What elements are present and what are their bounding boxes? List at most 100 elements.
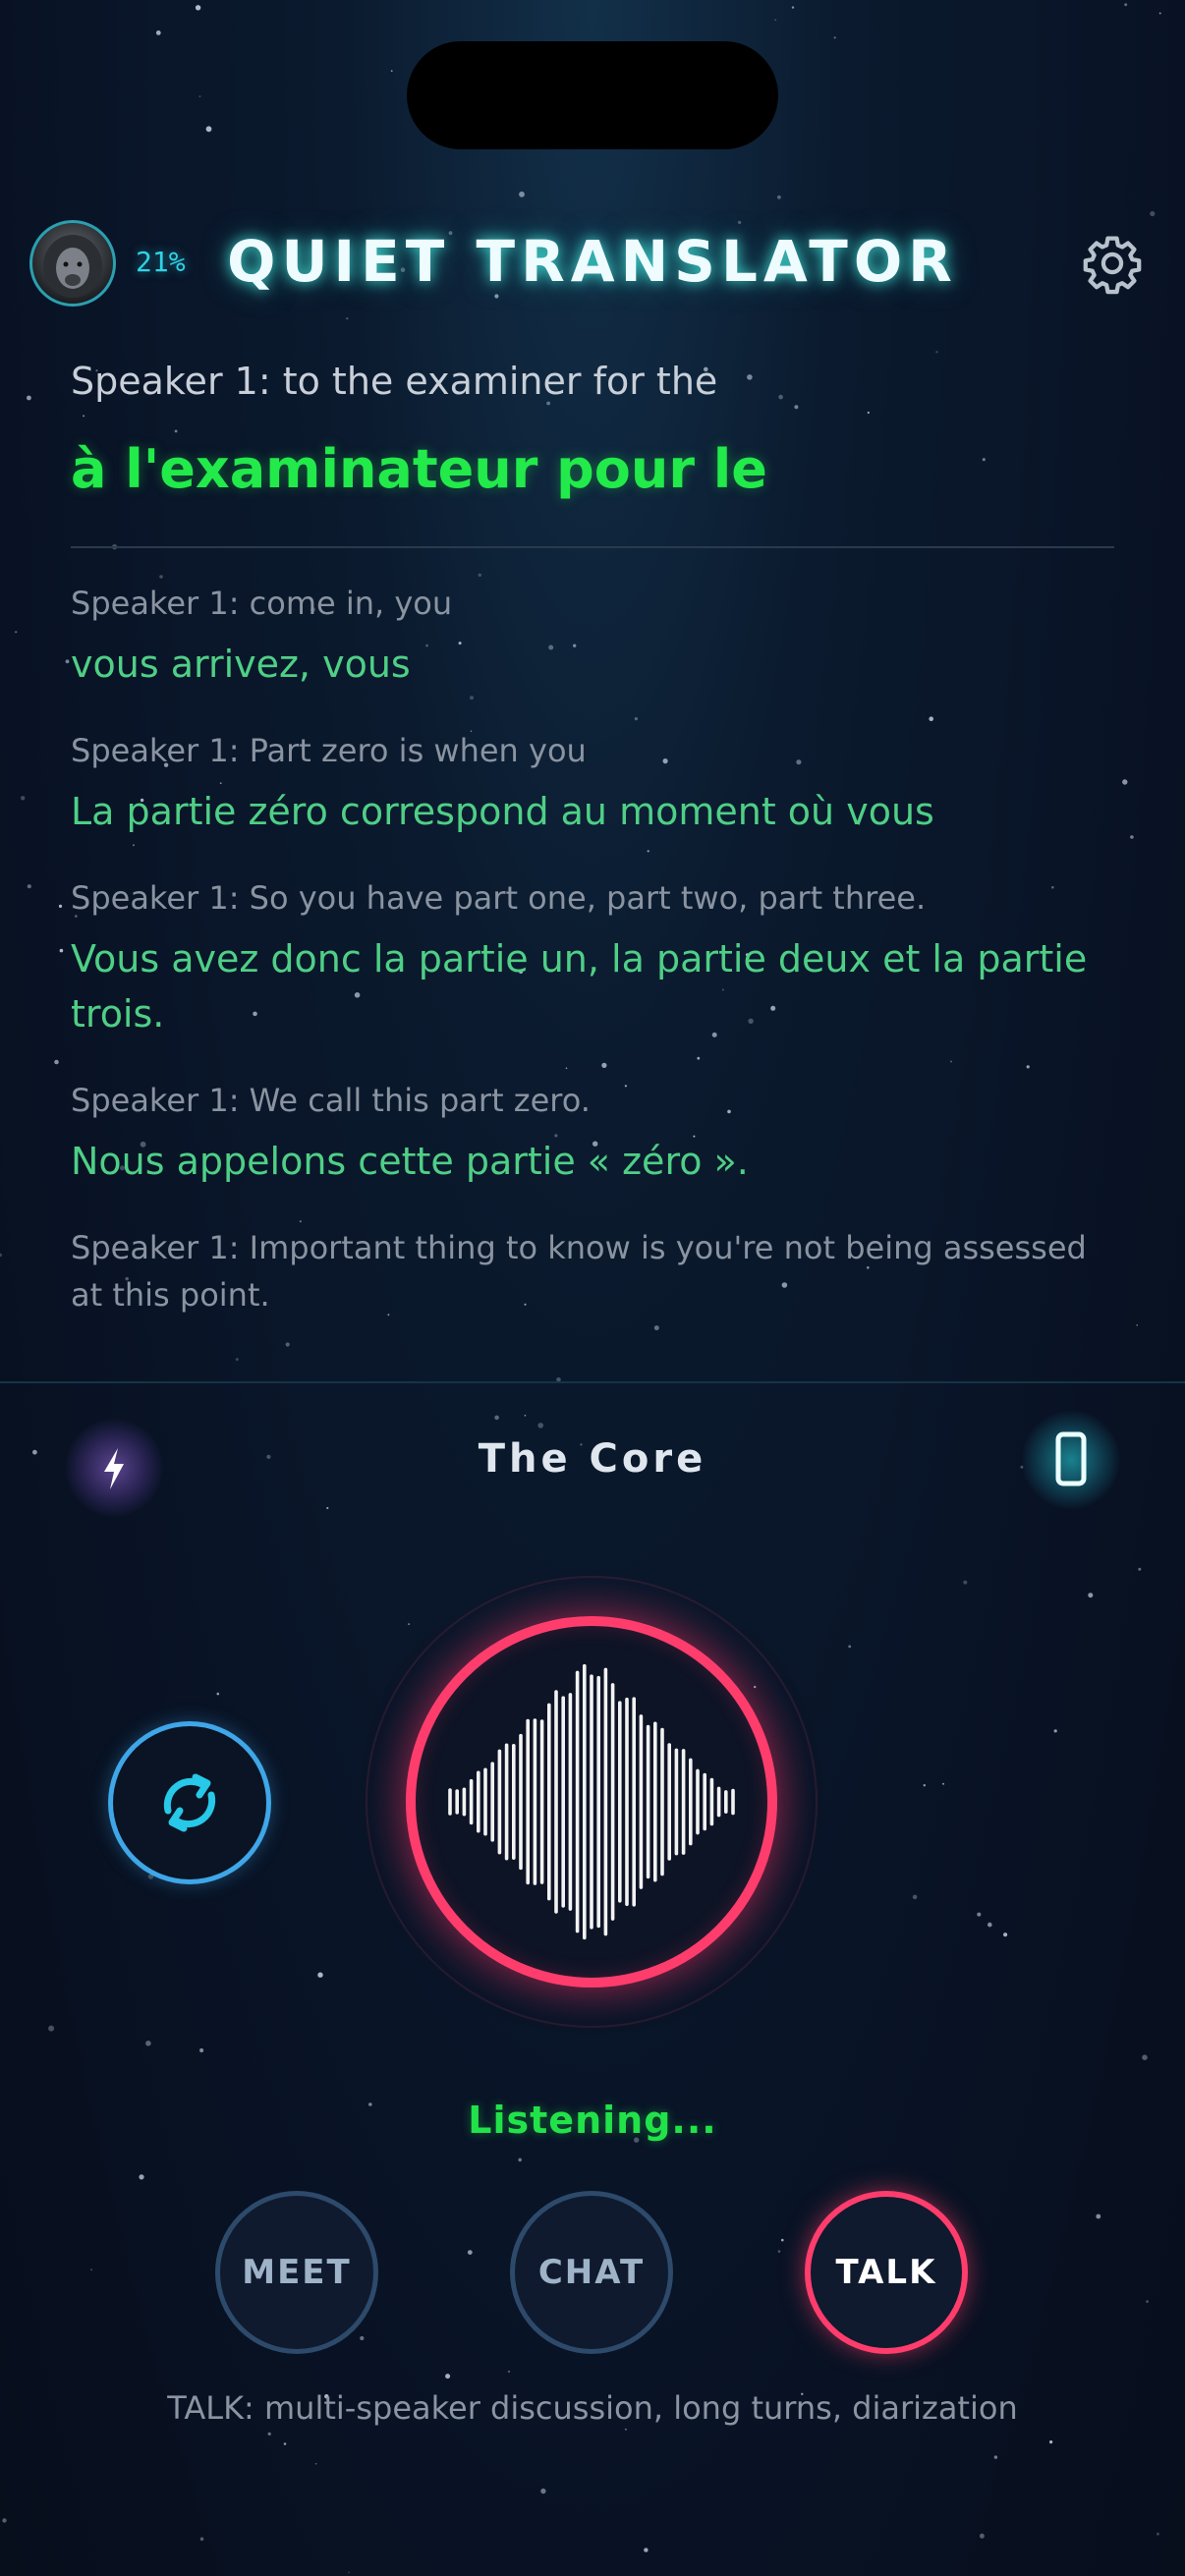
waveform-icon (448, 1663, 735, 1940)
star (982, 458, 986, 462)
swap-languages-button[interactable] (108, 1721, 271, 1884)
star (346, 317, 349, 320)
star (54, 1059, 59, 1065)
star (1136, 1324, 1139, 1326)
entry-source: Speaker 1: Important thing to know is yo… (71, 1229, 1087, 1314)
star (59, 948, 64, 953)
star (942, 1782, 944, 1785)
star (267, 2432, 271, 2436)
entry-source: Speaker 1: Part zero is when you (71, 732, 587, 769)
star (478, 573, 481, 577)
device-button[interactable] (1022, 1411, 1120, 1509)
star (1146, 2300, 1149, 2303)
star (1157, 2532, 1159, 2536)
status-text: Listening... (468, 2099, 717, 2142)
transcript-entry: Speaker 1: Part zero is when you La part… (71, 727, 1122, 839)
star (935, 351, 938, 354)
star (408, 1623, 411, 1626)
star (348, 2571, 350, 2574)
star (314, 2463, 317, 2465)
star (216, 1692, 220, 1696)
star (0, 1253, 2, 1258)
star (1088, 1593, 1094, 1598)
star (1130, 835, 1134, 839)
transcript-entry: Speaker 1: So you have part one, part tw… (71, 874, 1122, 1041)
star (794, 405, 799, 410)
star (524, 1415, 527, 1417)
entry-source: Speaker 1: We call this part zero. (71, 1082, 591, 1119)
star (540, 2488, 546, 2494)
star (145, 2041, 151, 2046)
entry-translation: vous arrivez, vous (71, 643, 411, 686)
star (777, 2250, 781, 2253)
star (1096, 2213, 1101, 2219)
star (1049, 2440, 1053, 2444)
gear-icon (1083, 236, 1142, 295)
star (205, 126, 212, 133)
star (317, 1972, 323, 1978)
star (518, 2157, 522, 2162)
entry-source: Speaker 1: come in, you (71, 585, 453, 622)
live-translation-text: à l'examinateur pour le (71, 438, 767, 500)
star (21, 796, 26, 801)
mode-chat-button[interactable]: CHAT (510, 2191, 673, 2354)
settings-button[interactable] (1081, 232, 1144, 295)
star (174, 429, 178, 433)
mode-meet-button[interactable]: MEET (215, 2191, 378, 2354)
star (791, 6, 795, 9)
star (644, 2548, 649, 2552)
star (65, 659, 70, 664)
star (48, 2025, 55, 2032)
swap-icon (163, 1773, 216, 1832)
star (774, 19, 776, 22)
star (494, 1415, 499, 1421)
star (747, 374, 753, 380)
star (963, 1580, 968, 1585)
star (737, 220, 742, 225)
star (139, 2174, 144, 2180)
star (1138, 1567, 1142, 1571)
star (781, 2238, 784, 2242)
star (1124, 3, 1128, 7)
app-title: QUIET TRANSLATOR (227, 228, 958, 295)
star (624, 2428, 627, 2431)
transcript-entry: Speaker 1: We call this part zero. Nous … (71, 1077, 1122, 1189)
phone-icon (1055, 1431, 1087, 1486)
star (777, 195, 781, 199)
star (848, 1645, 852, 1649)
entry-translation: Vous avez donc la partie un, la partie d… (71, 937, 1088, 1036)
transcript-entry: Speaker 1: come in, you vous arrivez, vo… (71, 580, 1122, 692)
star (1158, 12, 1161, 15)
star (537, 1423, 543, 1428)
star (1003, 1932, 1008, 1937)
star (519, 191, 525, 197)
star (923, 1784, 926, 1787)
star (360, 2335, 365, 2341)
star (993, 2455, 998, 2459)
star (159, 575, 163, 579)
star (1122, 779, 1128, 785)
star (445, 2374, 451, 2380)
star (988, 1922, 992, 1928)
star (507, 2370, 511, 2374)
core-label: The Core (478, 1436, 707, 1482)
star (199, 2537, 204, 2542)
entry-translation: La partie zéro correspond au moment où v… (71, 790, 934, 833)
star (27, 884, 31, 889)
transcript-history[interactable]: Speaker 1: come in, you vous arrivez, vo… (71, 580, 1122, 1361)
star (1150, 210, 1156, 217)
entry-translation: Nous appelons cette partie « zéro ». (71, 1140, 749, 1183)
star (83, 415, 85, 418)
entry-source: Speaker 1: So you have part one, part tw… (71, 879, 927, 917)
star (283, 2442, 287, 2445)
star (1053, 1729, 1057, 1733)
mode-talk-button[interactable]: TALK (805, 2191, 968, 2354)
star (195, 5, 201, 11)
star (27, 395, 31, 401)
star (494, 294, 499, 299)
star (390, 70, 393, 72)
star (467, 2250, 473, 2256)
star (977, 1912, 982, 1917)
star (979, 2533, 985, 2539)
panel-separator (0, 1381, 1185, 1383)
